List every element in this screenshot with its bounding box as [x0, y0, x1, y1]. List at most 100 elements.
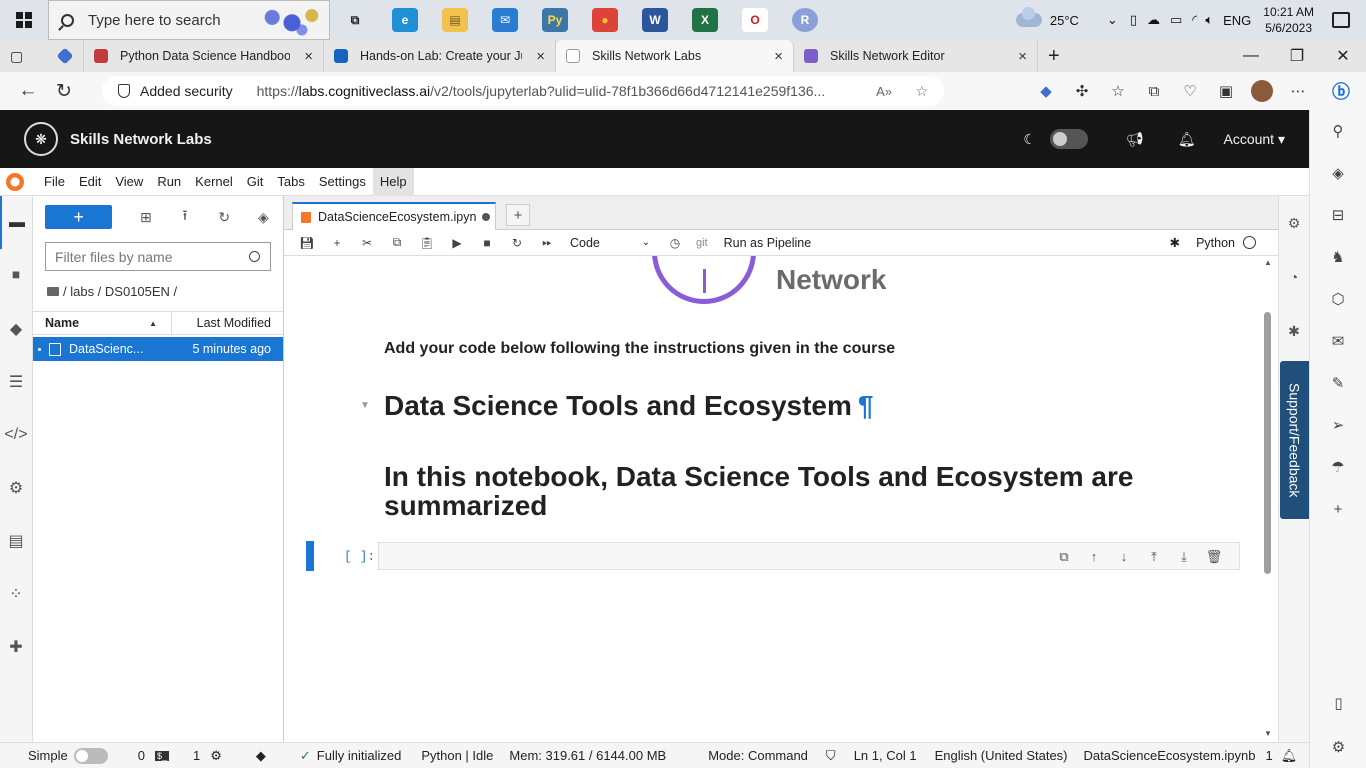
close-tab-icon[interactable]: ×	[304, 48, 313, 65]
git-clone-icon[interactable]: ◈	[244, 209, 283, 226]
minimize-icon[interactable]: —	[1228, 40, 1274, 72]
browser-essentials-icon[interactable]: ♡	[1172, 82, 1208, 100]
bing-chat-icon[interactable]: ⓑ	[1316, 78, 1366, 104]
insert-below-icon[interactable]: ⤓	[1169, 549, 1199, 565]
back-arrow-icon[interactable]: ←	[10, 72, 46, 110]
sidebar-settings-icon[interactable]: ⚙	[1310, 726, 1366, 768]
notification-count[interactable]: 1 🔔︎	[1266, 748, 1298, 764]
screenshot-icon[interactable]: ▣	[1208, 82, 1244, 100]
paste-icon[interactable]: 📋︎	[412, 236, 442, 250]
filter-files-input[interactable]: Filter files by name	[45, 242, 271, 271]
volume-icon[interactable]: 🔈︎	[1205, 12, 1213, 28]
extensions-icon[interactable]: ✣	[1064, 82, 1100, 100]
taskbar-app-task-view[interactable]: ⧉	[330, 0, 380, 40]
favorites-icon[interactable]: ☆	[1100, 82, 1136, 100]
kernel-name[interactable]: Python	[1196, 236, 1235, 250]
more-options-icon[interactable]: ⋯	[1280, 82, 1316, 100]
taskbar-app-edge[interactable]: e	[380, 0, 430, 40]
favorite-add-icon[interactable]: ☆	[915, 83, 928, 100]
scroll-down-arrow-icon[interactable]: ▼	[1264, 729, 1272, 738]
extensions-puzzle-icon[interactable]: ✚	[0, 620, 32, 673]
table-of-contents-icon[interactable]: ☰	[0, 355, 32, 408]
battery-icon[interactable]: ▭	[1170, 12, 1182, 28]
wifi-icon[interactable]: ◜	[1192, 12, 1197, 28]
property-inspector-icon[interactable]: ⚙	[0, 461, 32, 514]
debugger-bug-icon[interactable]: ✱	[1170, 235, 1180, 250]
sidebar-games-icon[interactable]: ♞	[1310, 236, 1366, 278]
taskbar-app-excel[interactable]: X	[680, 0, 730, 40]
new-launcher-button[interactable]: +	[45, 205, 113, 229]
sidebar-drop-icon[interactable]: ✎	[1310, 362, 1366, 404]
sidebar-tools-icon[interactable]: ⊟	[1310, 194, 1366, 236]
terminal-count[interactable]: 0 $_	[138, 748, 169, 763]
simple-mode[interactable]: Simple	[28, 747, 108, 764]
sidebar-layout-icon[interactable]: ▯	[1310, 682, 1366, 724]
file-browser-folder-icon[interactable]: ▬	[0, 196, 32, 249]
close-tab-icon[interactable]: ×	[774, 48, 783, 65]
new-launcher-tab-button[interactable]: +	[506, 204, 530, 226]
sidebar-add-icon[interactable]: +	[1310, 488, 1366, 530]
git-icon[interactable]: ◆	[0, 302, 32, 355]
new-folder-icon[interactable]: ⊞	[126, 209, 165, 226]
trust-shield-icon[interactable]: ⛉	[826, 748, 836, 764]
breadcrumb-path[interactable]: / labs / DS0105EN /	[63, 284, 177, 299]
column-name-header[interactable]: Name	[33, 316, 171, 330]
cell-type-select[interactable]: Code ⌄	[570, 236, 650, 250]
skills-network-logo-icon[interactable]: ❋	[24, 122, 58, 156]
delete-cell-icon[interactable]: 🗑︎	[1199, 549, 1229, 565]
unsaved-dot-icon[interactable]	[482, 213, 491, 221]
weather-temp[interactable]: 25°C	[1050, 13, 1079, 28]
insert-above-icon[interactable]: ⤒	[1139, 549, 1169, 565]
onedrive-cloud-icon[interactable]: ☁	[1147, 12, 1160, 28]
menu-git[interactable]: Git	[240, 168, 271, 196]
kernel-count[interactable]: 1 ⚙	[193, 748, 222, 764]
menu-view[interactable]: View	[108, 168, 150, 196]
upload-icon[interactable]: ⭱	[165, 205, 204, 229]
taskbar-app-file-explorer[interactable]: ▤	[430, 0, 480, 40]
menu-help[interactable]: Help	[372, 167, 414, 196]
notifications-bell-icon[interactable]: 🔔︎	[1178, 131, 1196, 148]
browser-tab[interactable]: Skills Network Editor ×	[794, 40, 1038, 72]
new-tab-button[interactable]: +	[1038, 40, 1078, 72]
run-icon[interactable]: ▶	[442, 236, 472, 250]
taskbar-search-box[interactable]: Type here to search	[48, 0, 330, 40]
tray-device-icon[interactable]: ▯	[1130, 12, 1137, 28]
sidebar-office-icon[interactable]: ⬡	[1310, 278, 1366, 320]
taskbar-clock[interactable]: 10:21 AM 5/6/2023	[1263, 4, 1314, 36]
metadata-icon[interactable]: ▤	[0, 514, 32, 567]
extension-gem-icon[interactable]: ◆	[1028, 82, 1064, 100]
pinned-tab[interactable]	[46, 40, 84, 72]
cut-icon[interactable]: ✂	[352, 236, 382, 250]
browser-tab[interactable]: Skills Network Labs ×	[556, 40, 794, 72]
refresh-files-icon[interactable]: ↻	[205, 209, 244, 226]
account-menu[interactable]: Account ▾	[1223, 131, 1285, 148]
run-as-pipeline-button[interactable]: Run as Pipeline	[724, 236, 812, 250]
tray-chevron-icon[interactable]: ⌄	[1107, 12, 1118, 28]
menu-run[interactable]: Run	[150, 168, 188, 196]
heading-intro[interactable]: In this notebook, Data Science Tools and…	[384, 462, 1164, 520]
taskbar-app-chrome[interactable]: ●	[580, 0, 630, 40]
column-modified-header[interactable]: Last Modified	[171, 311, 283, 335]
sidebar-shopping-icon[interactable]: ◈	[1310, 152, 1366, 194]
menu-settings[interactable]: Settings	[312, 168, 373, 196]
resource-usage-gauge-icon[interactable]: ◔	[1279, 250, 1309, 304]
scrollbar-thumb[interactable]	[1264, 312, 1271, 574]
git-label[interactable]: git	[696, 237, 708, 249]
kernel-status[interactable]: Python | Idle	[421, 748, 493, 763]
move-down-icon[interactable]: ↓	[1109, 549, 1139, 565]
code-snippets-icon[interactable]: </>	[0, 408, 32, 461]
taskbar-app-opera[interactable]: O	[730, 0, 780, 40]
notebook-tab[interactable]: DataScienceEcosystem.ipyn	[292, 202, 496, 230]
windows-start-button[interactable]	[0, 0, 48, 40]
duplicate-cell-icon[interactable]: ⧉	[1049, 549, 1079, 565]
notebook-scrollbar[interactable]: ▲ ▼	[1264, 258, 1272, 738]
lsp-status[interactable]: ✓ Fully initialized	[300, 748, 401, 764]
debugger-icon[interactable]: ✱	[1279, 304, 1309, 358]
code-cell-input[interactable]: ⧉ ↑ ↓ ⤒ ⤓ 🗑︎	[378, 542, 1240, 570]
dark-mode-toggle[interactable]	[1049, 129, 1088, 149]
restart-icon[interactable]: ↻	[502, 236, 532, 250]
menu-tabs[interactable]: Tabs	[270, 168, 311, 196]
interrupt-icon[interactable]: ■	[472, 236, 502, 250]
menu-file[interactable]: File	[37, 168, 72, 196]
restore-icon[interactable]: ❐	[1274, 40, 1320, 72]
